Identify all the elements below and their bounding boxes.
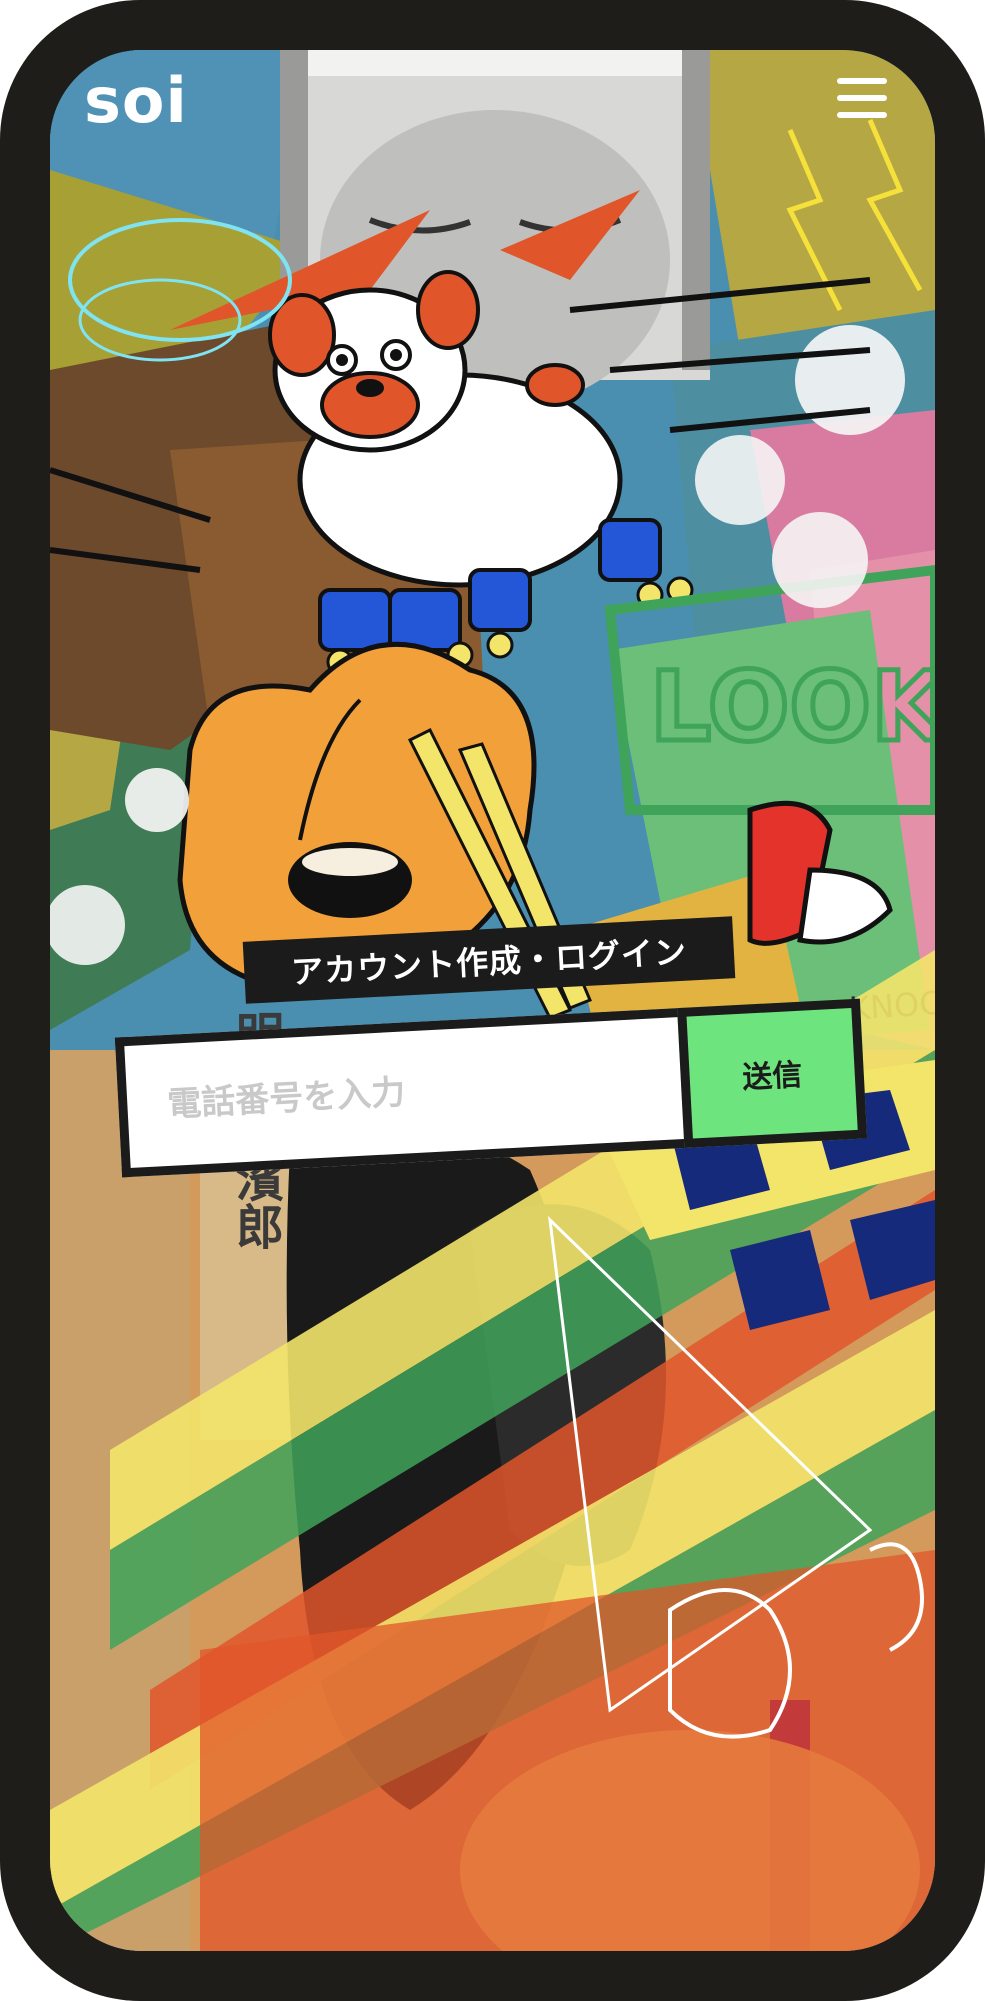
app-screen: LOOK KNOC KNOC [50,50,935,1951]
look-doodle: LOOK [650,651,935,763]
menu-bar [837,112,887,118]
phone-frame: LOOK KNOC KNOC [0,0,985,2001]
menu-bar [837,95,887,101]
app-logo[interactable]: soi [84,64,188,137]
submit-button[interactable]: 送信 [677,998,868,1148]
hamburger-menu-icon[interactable] [837,78,887,118]
menu-bar [837,78,887,84]
collage-background: LOOK KNOC KNOC [50,50,935,1951]
